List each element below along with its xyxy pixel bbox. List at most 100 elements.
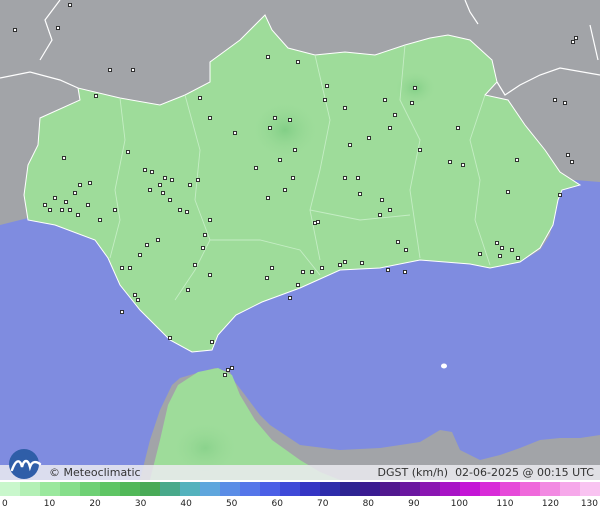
station-marker [113,208,117,212]
legend-swatch [60,482,80,496]
legend-swatch [200,482,220,496]
station-marker [301,270,305,274]
station-marker [98,218,102,222]
station-marker [266,196,270,200]
legend-swatch [440,482,460,496]
station-marker [553,98,557,102]
station-marker [386,268,390,272]
station-marker [68,3,72,7]
station-marker [506,190,510,194]
station-marker [68,208,72,212]
legend-tick-label: 80 [362,499,375,509]
station-marker [88,181,92,185]
legend: 0 10 20 30 40 50 60 70 80 90 100 110 120 130 [0,480,600,517]
station-marker [367,136,371,140]
legend-swatch [120,482,140,496]
station-marker [266,55,270,59]
station-marker [126,150,130,154]
station-marker [156,238,160,242]
station-marker [268,126,272,130]
station-marker [404,248,408,252]
station-marker [143,168,147,172]
station-marker [148,188,152,192]
meteoclimatic-logo-icon [9,449,42,479]
station-marker [310,270,314,274]
legend-swatch [40,482,60,496]
wind-gust-map [0,0,600,480]
legend-swatch [560,482,580,496]
station-marker [343,106,347,110]
legend-swatch [460,482,480,496]
legend-swatch [360,482,380,496]
station-marker [170,178,174,182]
station-marker [278,158,282,162]
station-marker [76,213,80,217]
station-marker [291,176,295,180]
legend-tick-label: 60 [271,499,283,509]
station-marker [510,248,514,252]
station-marker [265,276,269,280]
station-marker [150,170,154,174]
station-marker [316,220,320,224]
station-marker [201,246,205,250]
station-marker [495,241,499,245]
station-marker [78,183,82,187]
station-marker [516,256,520,260]
station-marker [383,98,387,102]
station-marker [158,183,162,187]
station-marker [185,210,189,214]
station-marker [348,143,352,147]
station-marker [188,183,192,187]
legend-swatch [220,482,240,496]
station-marker [136,298,140,302]
station-marker [73,191,77,195]
legend-tick-label: 20 [89,499,101,509]
station-marker [396,240,400,244]
station-marker [120,266,124,270]
station-marker [254,166,258,170]
legend-swatch [140,482,160,496]
legend-swatch [280,482,300,496]
station-marker [558,193,562,197]
station-marker [168,198,172,202]
legend-swatch [540,482,560,496]
station-marker [223,373,227,377]
legend-swatch [500,482,520,496]
legend-tick-label: 120 [541,499,560,509]
legend-swatch [340,482,360,496]
station-marker [288,118,292,122]
station-marker [108,68,112,72]
station-marker [393,113,397,117]
legend-tick-label: 10 [43,499,56,509]
station-marker [53,196,57,200]
legend-tick-label: 90 [408,499,420,509]
station-marker [186,288,190,292]
station-marker [226,368,230,372]
legend-swatch [480,482,500,496]
station-marker [48,208,52,212]
legend-tick-label: 100 [450,499,468,509]
station-marker [320,266,324,270]
station-marker [60,208,64,212]
legend-swatch [180,482,200,496]
station-marker [500,246,504,250]
station-marker [64,200,68,204]
station-marker [128,266,132,270]
station-marker [566,153,570,157]
station-marker [56,26,60,30]
station-marker [230,366,234,370]
station-marker [94,94,98,98]
station-marker [208,116,212,120]
station-marker [283,188,287,192]
station-marker [193,263,197,267]
legend-tick-label: 0 [2,499,8,509]
legend-swatch [100,482,120,496]
legend-swatch [380,482,400,496]
gust-peak-central [250,100,320,160]
station-marker [498,254,502,258]
legend-tick-label: 30 [134,499,147,509]
station-marker [478,252,482,256]
station-marker [133,293,137,297]
station-marker [270,266,274,270]
station-marker [43,203,47,207]
